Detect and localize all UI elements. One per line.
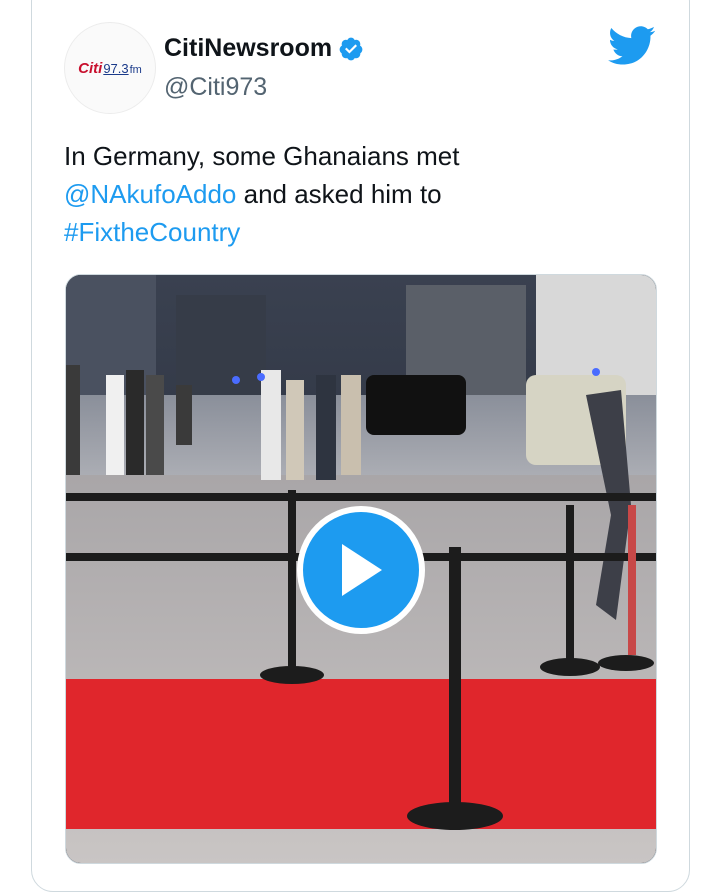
tweet-line-3: #FixtheCountry (64, 213, 664, 251)
video-player[interactable] (65, 274, 657, 864)
handle[interactable]: @Citi973 (164, 73, 267, 102)
display-name-row[interactable]: CitiNewsroom (164, 34, 364, 63)
tweet-text: In Germany, some Ghanaians met @NAkufoAd… (64, 137, 664, 251)
play-button[interactable] (297, 506, 425, 634)
logo-brand: Citi (78, 59, 103, 77)
twitter-bird-icon[interactable] (608, 26, 656, 66)
tweet-line-2-text: and asked him to (236, 179, 442, 209)
display-name[interactable]: CitiNewsroom (164, 34, 332, 63)
verified-badge-icon (339, 37, 363, 60)
logo-frequency: 97.3 (103, 60, 129, 76)
logo-unit: fm (129, 63, 142, 76)
tweet-line-1: In Germany, some Ghanaians met (64, 141, 460, 171)
avatar[interactable]: Citi 97.3 fm (64, 22, 156, 114)
tweet-line-2: @NAkufoAddo and asked him to (64, 175, 664, 213)
hashtag-link[interactable]: #FixtheCountry (64, 217, 240, 247)
mention-link[interactable]: @NAkufoAddo (64, 179, 236, 209)
play-icon (342, 544, 382, 596)
citi-fm-logo: Citi 97.3 fm (78, 60, 142, 77)
